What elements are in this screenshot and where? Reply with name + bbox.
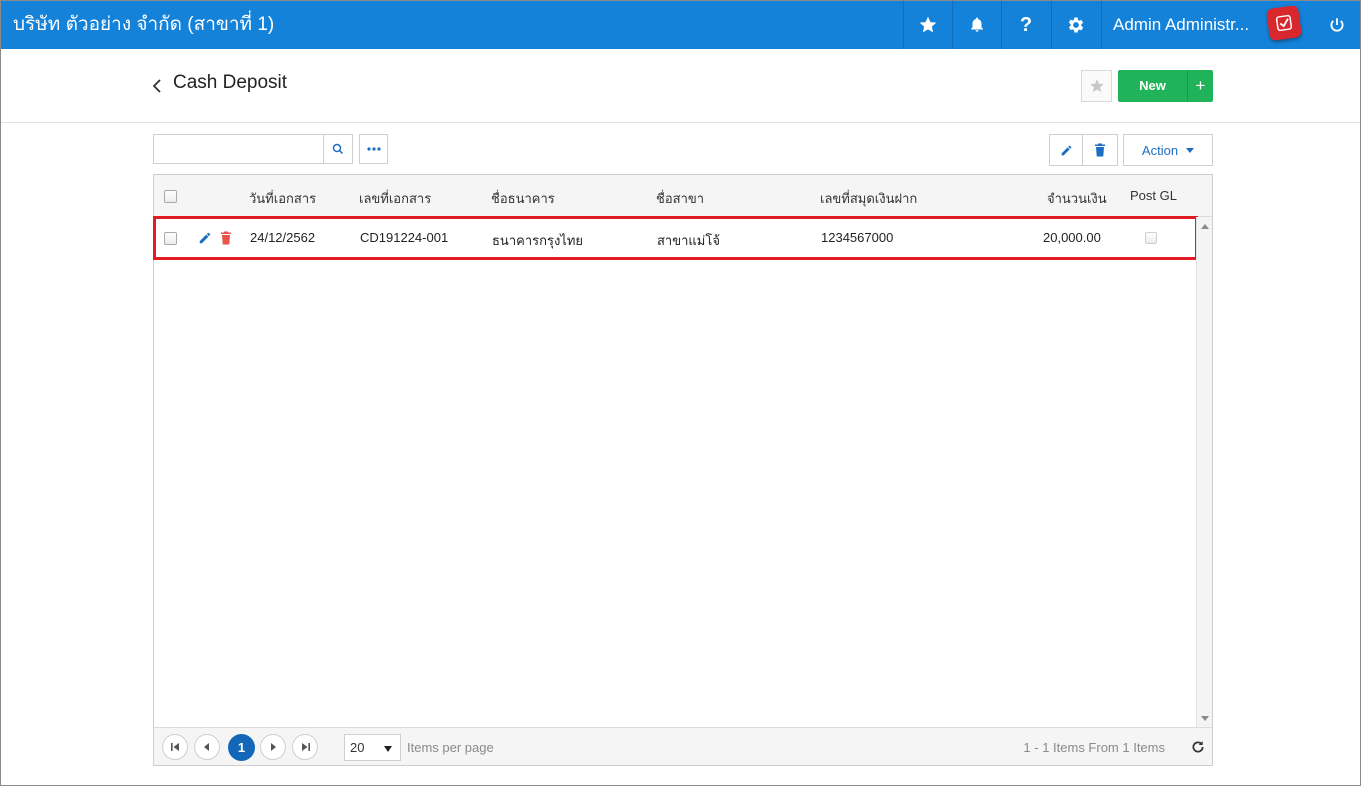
grid-header: วันที่เอกสาร เลขที่เอกสาร ชื่อธนาคาร ชื่… xyxy=(154,175,1212,217)
star-icon xyxy=(1089,79,1104,92)
column-header-doc-no[interactable]: เลขที่เอกสาร xyxy=(359,188,431,209)
help-button[interactable]: ? xyxy=(1001,1,1050,49)
scroll-up-icon[interactable] xyxy=(1201,224,1209,229)
new-button-label: New xyxy=(1139,78,1166,93)
column-header-branch[interactable]: ชื่อสาขา xyxy=(656,188,704,209)
refresh-icon[interactable] xyxy=(1190,739,1206,755)
column-header-post-gl[interactable]: Post GL xyxy=(1130,188,1177,203)
chevron-down-icon xyxy=(1186,147,1195,153)
items-per-page-label: Items per page xyxy=(407,740,494,755)
gear-icon xyxy=(1068,17,1084,33)
data-grid: วันที่เอกสาร เลขที่เอกสาร ชื่อธนาคาร ชื่… xyxy=(153,174,1213,766)
back-icon[interactable] xyxy=(152,79,162,93)
avatar xyxy=(1265,4,1303,42)
top-bar: บริษัท ตัวอย่าง จำกัด (สาขาที่ 1) ? Admi… xyxy=(1,1,1360,49)
company-name[interactable]: บริษัท ตัวอย่าง จำกัด (สาขาที่ 1) xyxy=(13,1,274,49)
trash-icon xyxy=(1095,143,1105,157)
trash-icon[interactable] xyxy=(220,231,232,245)
help-icon: ? xyxy=(1019,13,1033,36)
cell-bank: ธนาคารกรุงไทย xyxy=(492,233,584,248)
search-input[interactable] xyxy=(153,134,324,164)
new-button[interactable]: New + xyxy=(1118,70,1213,102)
delete-button[interactable] xyxy=(1083,134,1118,166)
items-info: 1 - 1 Items From 1 Items xyxy=(1023,740,1165,755)
last-page-icon xyxy=(301,743,310,751)
power-button[interactable] xyxy=(1312,1,1361,49)
more-options-button[interactable] xyxy=(359,134,388,164)
pencil-icon[interactable] xyxy=(198,231,212,245)
checkmark-icon xyxy=(1275,14,1293,32)
favorites-button[interactable] xyxy=(903,1,952,49)
bell-icon xyxy=(971,17,983,32)
page-size-value: 20 xyxy=(350,740,365,755)
page-title: Cash Deposit xyxy=(173,72,288,93)
cell-account-no: 1234567000 xyxy=(821,230,894,245)
column-header-bank[interactable]: ชื่อธนาคาร xyxy=(491,188,555,209)
page-header: Cash Deposit New + xyxy=(1,49,1360,123)
chevron-down-icon xyxy=(384,746,392,752)
plus-icon[interactable]: + xyxy=(1187,70,1213,102)
star-icon xyxy=(919,16,937,33)
search-icon xyxy=(332,143,344,155)
vertical-scrollbar[interactable] xyxy=(1196,217,1212,727)
cell-doc-no: CD191224-001 xyxy=(360,230,449,245)
settings-button[interactable] xyxy=(1051,1,1100,49)
pencil-icon xyxy=(1061,145,1071,155)
table-row[interactable]: 24/12/2562 CD191224-001 ธนาคารกรุงไทย สา… xyxy=(154,218,1196,258)
next-page-button[interactable] xyxy=(260,734,286,760)
last-page-button[interactable] xyxy=(292,734,318,760)
power-icon xyxy=(1330,18,1343,32)
select-all-checkbox[interactable] xyxy=(164,190,177,203)
first-page-button[interactable] xyxy=(162,734,188,760)
cell-branch: สาขาแม่โจ้ xyxy=(657,233,720,248)
cell-date: 24/12/2562 xyxy=(250,230,316,245)
scroll-down-icon[interactable] xyxy=(1201,716,1209,721)
next-page-icon xyxy=(271,743,276,751)
favorite-page-button[interactable] xyxy=(1081,70,1112,102)
column-header-date[interactable]: วันที่เอกสาร xyxy=(249,188,316,209)
previous-page-button[interactable] xyxy=(194,734,220,760)
action-label: Action xyxy=(1141,142,1179,158)
first-page-icon xyxy=(170,743,179,751)
ellipsis-icon xyxy=(366,147,381,151)
previous-page-icon xyxy=(204,743,209,751)
action-dropdown[interactable]: Action xyxy=(1123,134,1213,166)
column-header-account-no[interactable]: เลขที่สมุดเงินฝาก xyxy=(820,188,917,209)
post-gl-checkbox xyxy=(1145,232,1157,244)
notifications-button[interactable] xyxy=(952,1,1001,49)
current-page[interactable]: 1 xyxy=(228,734,255,761)
pager: 1 20 Items per page 1 - 1 Items From 1 I… xyxy=(154,727,1212,765)
user-menu[interactable]: Admin Administr... xyxy=(1101,1,1312,49)
column-header-amount[interactable]: จำนวนเงิน xyxy=(1047,188,1107,209)
edit-button[interactable] xyxy=(1049,134,1083,166)
page-size-select[interactable]: 20 xyxy=(344,734,401,761)
row-checkbox[interactable] xyxy=(164,232,177,245)
cell-amount: 20,000.00 xyxy=(1043,230,1101,245)
search-button[interactable] xyxy=(323,134,353,164)
user-name: Admin Administr... xyxy=(1113,15,1250,34)
